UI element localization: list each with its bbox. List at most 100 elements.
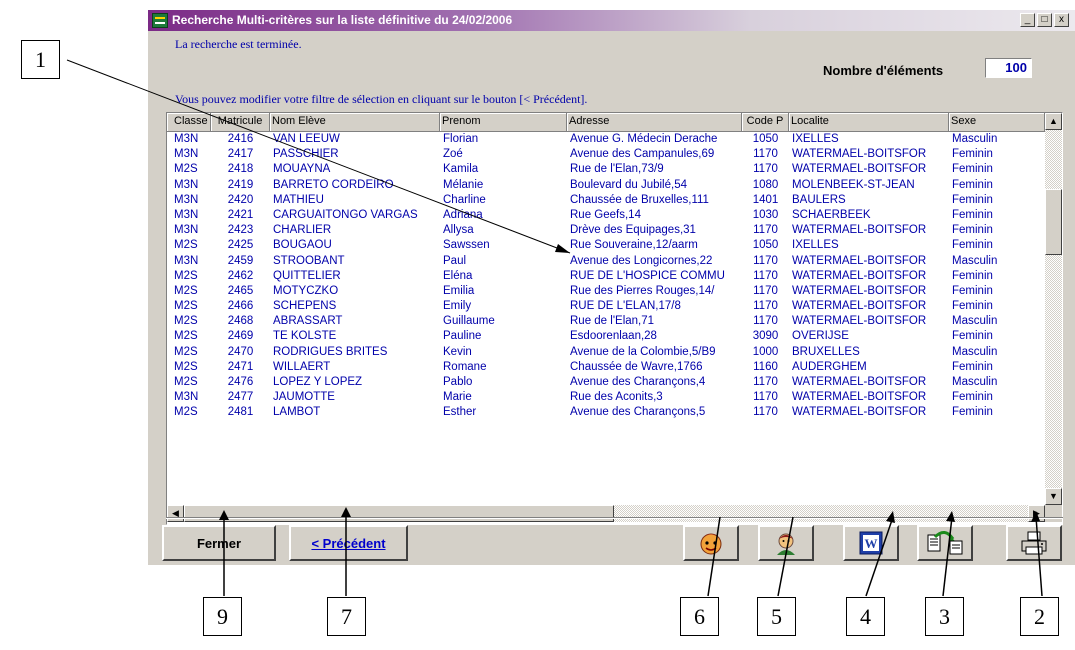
table-row[interactable]: M2S 2471 WILLAERT Romane Chaussée de Wavre,1… — [167, 360, 1045, 375]
table-row[interactable]: M3N 2459 STROOBANT Paul Avenue des Longicorn… — [167, 254, 1045, 269]
table-row[interactable]: M2S 2470 RODRIGUES BRITES Kevin Avenue de la… — [167, 345, 1045, 360]
cell-prenom: Florian — [443, 133, 479, 145]
cell-classe: M2S — [174, 315, 198, 328]
minimize-button[interactable]: _ — [1020, 13, 1035, 27]
table-row[interactable]: M2S 2425 BOUGAOU Sawssen Rue Souveraine,12/a… — [167, 238, 1045, 253]
print-button[interactable] — [1006, 525, 1062, 561]
cell-sexe: Feminin — [952, 193, 993, 206]
cell-sexe: Feminin — [952, 284, 993, 297]
cell-code-postal: 1170 — [753, 163, 778, 176]
cell-prenom: Charline — [443, 193, 486, 206]
vertical-scroll-thumb[interactable] — [1045, 189, 1062, 255]
cell-matricule: 2481 — [227, 406, 254, 419]
column-header-code-postal[interactable]: Code P — [742, 113, 789, 132]
cell-sexe: Feminin — [952, 406, 993, 419]
copy-export-button[interactable] — [917, 525, 973, 561]
separator — [166, 517, 1063, 519]
cell-prenom: Marie — [443, 391, 472, 404]
callout-6: 6 — [680, 597, 719, 636]
table-row[interactable]: M3N 2477 JAUMOTTE Marie Rue des Aconits,3 117… — [167, 390, 1045, 405]
cell-sexe: Feminin — [952, 360, 993, 373]
cell-classe: M3N — [174, 193, 199, 206]
table-row[interactable]: M2S 2418 MOUAYNA Kamila Rue de l'Elan,73/9 11… — [167, 162, 1045, 177]
column-header-sexe[interactable]: Sexe — [949, 113, 1045, 132]
face-user-button[interactable] — [758, 525, 814, 561]
cell-prenom: Allysa — [443, 224, 474, 237]
close-window-button[interactable]: x — [1054, 13, 1069, 27]
scroll-down-arrow-icon[interactable]: ▼ — [1045, 488, 1062, 505]
cell-classe: M3N — [174, 148, 199, 161]
cell-prenom: Kamila — [443, 163, 479, 176]
cell-localite: OVERIJSE — [792, 330, 849, 343]
title-bar[interactable]: Recherche Multi-critères sur la liste dé… — [148, 10, 1075, 31]
status-message: La recherche est terminée. — [175, 37, 302, 51]
cell-code-postal: 1170 — [753, 224, 778, 237]
table-row[interactable]: M2S 2468 ABRASSART Guillaume Rue de l'Elan,7… — [167, 314, 1045, 329]
cell-prenom: Paul — [443, 254, 467, 267]
cell-sexe: Masculin — [952, 376, 998, 388]
face-red-button[interactable] — [683, 525, 739, 561]
cell-code-postal: 3090 — [752, 330, 779, 343]
cell-matricule: 2416 — [227, 133, 254, 145]
scroll-right-arrow-icon[interactable]: ▶ — [1028, 505, 1045, 522]
cell-code-postal: 1170 — [753, 254, 778, 267]
cell-matricule: 2462 — [227, 269, 254, 282]
cell-classe: M3N — [174, 133, 199, 145]
face-red-icon — [700, 533, 722, 555]
word-export-button[interactable]: W — [843, 525, 899, 561]
cell-localite: WATERMAEL-BOITSFOR — [792, 254, 927, 267]
window-client-area: La recherche est terminée. Nombre d'élém… — [148, 31, 1075, 565]
cell-matricule: 2417 — [227, 148, 254, 161]
cell-code-postal: 1170 — [753, 148, 778, 161]
cell-localite: WATERMAEL-BOITSFOR — [792, 315, 927, 328]
cell-nom: LOPEZ Y LOPEZ — [273, 376, 363, 388]
table-row[interactable]: M3N 2421 CARGUAITONGO VARGAS Adriana Rue Gee… — [167, 208, 1045, 223]
maximize-button[interactable]: □ — [1037, 13, 1052, 27]
column-header-localite[interactable]: Localite — [789, 113, 949, 132]
column-header-classe[interactable]: Classe — [167, 113, 211, 132]
cell-adresse: Drève des Equipages,31 — [570, 224, 696, 237]
cell-prenom: Pablo — [443, 376, 473, 388]
table-row[interactable]: M2S 2481 LAMBOT Esther Avenue des Charançons… — [167, 405, 1045, 420]
table-row[interactable]: M3N 2416 VAN LEEUW Florian Avenue G. Médecin… — [167, 132, 1045, 147]
horizontal-scroll-thumb[interactable] — [184, 505, 614, 522]
table-row[interactable]: M2S 2476 LOPEZ Y LOPEZ Pablo Avenue des Char… — [167, 375, 1045, 390]
cell-matricule: 2470 — [227, 345, 254, 358]
callout-4: 4 — [846, 597, 885, 636]
cell-matricule: 2421 — [227, 208, 254, 221]
column-header-matricule[interactable]: Matricule — [211, 113, 270, 132]
table-row[interactable]: M3N 2420 MATHIEU Charline Chaussée de Bruxel… — [167, 193, 1045, 208]
callout-3: 3 — [925, 597, 964, 636]
cell-nom: ABRASSART — [273, 315, 343, 328]
cell-prenom: Pauline — [443, 330, 482, 343]
cell-adresse: Rue des Aconits,3 — [570, 391, 663, 404]
scroll-up-arrow-icon[interactable]: ▲ — [1045, 113, 1062, 130]
column-header-adresse[interactable]: Adresse — [567, 113, 742, 132]
vertical-scrollbar[interactable]: ▲ ▼ — [1045, 113, 1062, 505]
close-button[interactable]: Fermer — [162, 525, 276, 561]
table-row[interactable]: M3N 2417 PASSCHIER Zoé Avenue des Campanules… — [167, 147, 1045, 162]
table-row[interactable]: M2S 2462 QUITTELIER Eléna RUE DE L'HOSPICE C… — [167, 269, 1045, 284]
cell-matricule: 2466 — [227, 300, 254, 313]
results-grid[interactable]: Classe Matricule Nom Elève Prenom Adress… — [166, 112, 1063, 525]
scroll-left-arrow-icon[interactable]: ◀ — [167, 505, 184, 522]
table-row[interactable]: M2S 2465 MOTYCZKO Emilia Rue des Pierres Rou… — [167, 284, 1045, 299]
cell-sexe: Feminin — [952, 208, 993, 221]
cell-localite: IXELLES — [792, 239, 839, 252]
column-header-prenom[interactable]: Prenom — [440, 113, 567, 132]
table-row[interactable]: M3N 2419 BARRETO CORDEIRO Mélanie Boulevard … — [167, 178, 1045, 193]
column-header-nom[interactable]: Nom Elève — [270, 113, 440, 132]
previous-button[interactable]: < Précédent — [289, 525, 408, 561]
face-user-icon — [777, 533, 795, 555]
cell-prenom: Emily — [443, 300, 472, 313]
cell-adresse: Chaussée de Wavre,1766 — [570, 360, 703, 373]
cell-prenom: Eléna — [443, 269, 473, 282]
table-row[interactable]: M2S 2469 TE KOLSTE Pauline Esdoorenlaan,28 30… — [167, 329, 1045, 344]
cell-sexe: Masculin — [952, 254, 998, 267]
cell-classe: M2S — [174, 345, 198, 358]
cell-sexe: Masculin — [952, 315, 998, 328]
cell-nom: SCHEPENS — [273, 300, 337, 313]
horizontal-scrollbar[interactable]: ◀ ▶ — [167, 505, 1045, 522]
table-row[interactable]: M3N 2423 CHARLIER Allysa Drève des Equipages… — [167, 223, 1045, 238]
table-row[interactable]: M2S 2466 SCHEPENS Emily RUE DE L'ELAN,17/8 11… — [167, 299, 1045, 314]
